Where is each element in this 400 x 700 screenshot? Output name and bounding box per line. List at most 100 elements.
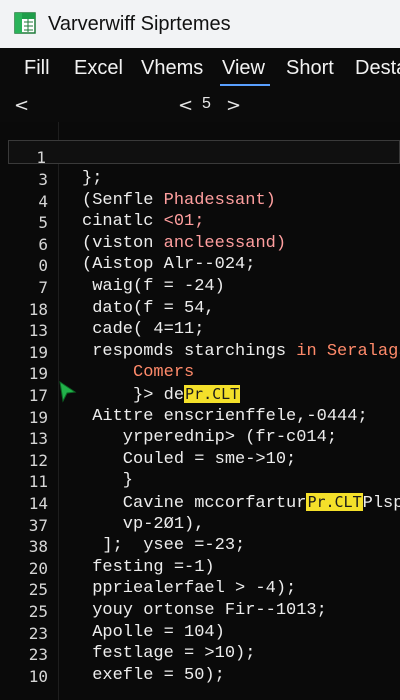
code-line[interactable]: festing =-1) — [82, 558, 215, 577]
line-number: 19 — [28, 343, 48, 362]
code-line[interactable]: yrperednip> (fr-c014; — [82, 428, 337, 447]
spreadsheet-app-icon — [14, 12, 36, 34]
code-line[interactable]: ]; ysee =-23; — [82, 536, 245, 555]
code-token: ]; ysee =-23; — [82, 536, 246, 555]
code-token: } — [82, 471, 134, 490]
code-line[interactable]: dato(f = 54, — [82, 299, 215, 318]
code-token: festlage = >10); — [82, 644, 256, 663]
line-number: 5 — [38, 213, 48, 232]
title-bar: Varverwiff Siprtemes — [0, 0, 400, 48]
menu-bar: Fill Excel Vhems View Short Desta — [0, 48, 400, 92]
code-line[interactable]: (viston ancleessand) — [82, 234, 286, 253]
code-token: }> de — [82, 386, 185, 405]
next-page-button[interactable]: > — [226, 95, 241, 116]
code-token: cinatlc — [82, 212, 164, 231]
code-line[interactable]: Couled = sme->10; — [82, 450, 296, 469]
line-number: 7 — [38, 278, 48, 297]
code-line[interactable]: exefle = 50); — [82, 666, 225, 685]
code-line[interactable]: Comers — [82, 363, 194, 382]
code-token: ancleessand) — [163, 234, 287, 253]
line-number: 13 — [28, 321, 48, 340]
navigation-bar: < < 5 > — [0, 92, 400, 122]
line-number: 19 — [28, 364, 48, 383]
code-line[interactable]: (Senfle Phadessant) — [82, 191, 276, 210]
menu-short[interactable]: Short — [286, 57, 334, 80]
line-number: 38 — [28, 537, 48, 556]
line-number: 12 — [28, 451, 48, 470]
code-line[interactable]: }> dePr.CLT — [82, 385, 241, 405]
line-number: 14 — [28, 494, 48, 513]
gutter-divider — [58, 122, 59, 700]
code-token: yrperednip> (fr-c014; — [82, 428, 338, 447]
code-line[interactable]: (Aistop Alr--024; — [82, 255, 255, 274]
active-line-highlight — [8, 140, 400, 164]
line-number: 17 — [28, 386, 48, 405]
code-line[interactable]: ppriealerfael > -4); — [82, 579, 296, 598]
code-line[interactable]: } — [82, 471, 133, 490]
code-token: Cavine mccorfartur — [82, 494, 307, 513]
page-number: 5 — [202, 95, 211, 112]
code-token: <01; — [163, 212, 205, 231]
line-number: 20 — [28, 559, 48, 578]
code-token: Plspr — [362, 494, 400, 513]
code-line[interactable]: cinatlc <01; — [82, 212, 204, 231]
code-token: Aittre enscrienffele,-0444; — [82, 407, 368, 426]
code-token: Apolle = 104) — [82, 623, 225, 642]
line-number: 6 — [38, 235, 48, 254]
code-token: waig(f = -24) — [82, 277, 225, 296]
code-token: vp-2Ø1), — [82, 515, 205, 534]
line-number: 19 — [28, 408, 48, 427]
menu-vhems[interactable]: Vhems — [141, 57, 203, 80]
code-line[interactable]: youy ortonse Fir--1013; — [82, 601, 327, 620]
line-number: 13 — [28, 429, 48, 448]
line-number: 3 — [38, 170, 48, 189]
code-token: cade( 4=11; — [82, 320, 205, 339]
highlighted-token: Pr.CLT — [184, 385, 241, 403]
code-line[interactable]: festlage = >10); — [82, 644, 255, 663]
highlighted-token: Pr.CLT — [306, 493, 363, 511]
code-token: (Senfle — [82, 191, 164, 210]
menu-excel[interactable]: Excel — [74, 57, 123, 80]
line-number: 37 — [28, 516, 48, 535]
code-token: (Aistop Alr--024; — [82, 255, 256, 274]
active-menu-indicator — [220, 84, 270, 86]
code-token: }; — [82, 169, 103, 188]
code-token: in Seralagss — [296, 342, 400, 361]
mouse-cursor-icon — [59, 380, 77, 403]
menu-desta[interactable]: Desta — [355, 57, 400, 80]
code-line[interactable]: Aittre enscrienffele,-0444; — [82, 407, 368, 426]
active-line-number: 1 — [36, 148, 46, 167]
code-token: dato(f = 54, — [82, 299, 215, 318]
line-number: 0 — [38, 256, 48, 275]
line-number: 18 — [28, 300, 48, 319]
code-token: youy ortonse Fir--1013; — [82, 601, 327, 620]
code-token: Comers — [133, 363, 195, 382]
line-number: 25 — [28, 580, 48, 599]
line-number: 25 — [28, 602, 48, 621]
code-token: Phadessant) — [163, 191, 276, 210]
back-button[interactable]: < — [14, 95, 29, 116]
code-token: festing =-1) — [82, 558, 215, 577]
line-number: 11 — [28, 472, 48, 491]
code-token: exefle = 50); — [82, 666, 225, 685]
code-line[interactable]: cade( 4=11; — [82, 320, 204, 339]
code-line[interactable]: waig(f = -24) — [82, 277, 225, 296]
line-number: 23 — [28, 645, 48, 664]
code-token: ppriealerfael > -4); — [82, 579, 297, 598]
code-token: Couled = sme->10; — [82, 450, 297, 469]
code-line[interactable]: Cavine mccorfarturPr.CLTPlspr — [82, 493, 400, 513]
code-token: (viston — [82, 234, 164, 253]
window-title: Varverwiff Siprtemes — [48, 13, 231, 35]
code-line[interactable]: respomds starchings in Seralagss — [82, 342, 400, 361]
line-number: 4 — [38, 192, 48, 211]
code-line[interactable]: }; — [82, 169, 102, 188]
menu-view[interactable]: View — [222, 57, 265, 80]
menu-file[interactable]: Fill — [24, 57, 50, 80]
code-line[interactable]: Apolle = 104) — [82, 623, 225, 642]
previous-page-button[interactable]: < — [178, 95, 193, 116]
line-number: 10 — [28, 667, 48, 686]
code-line[interactable]: vp-2Ø1), — [82, 515, 205, 534]
code-token: respomds starchings — [82, 342, 297, 361]
line-number: 23 — [28, 624, 48, 643]
